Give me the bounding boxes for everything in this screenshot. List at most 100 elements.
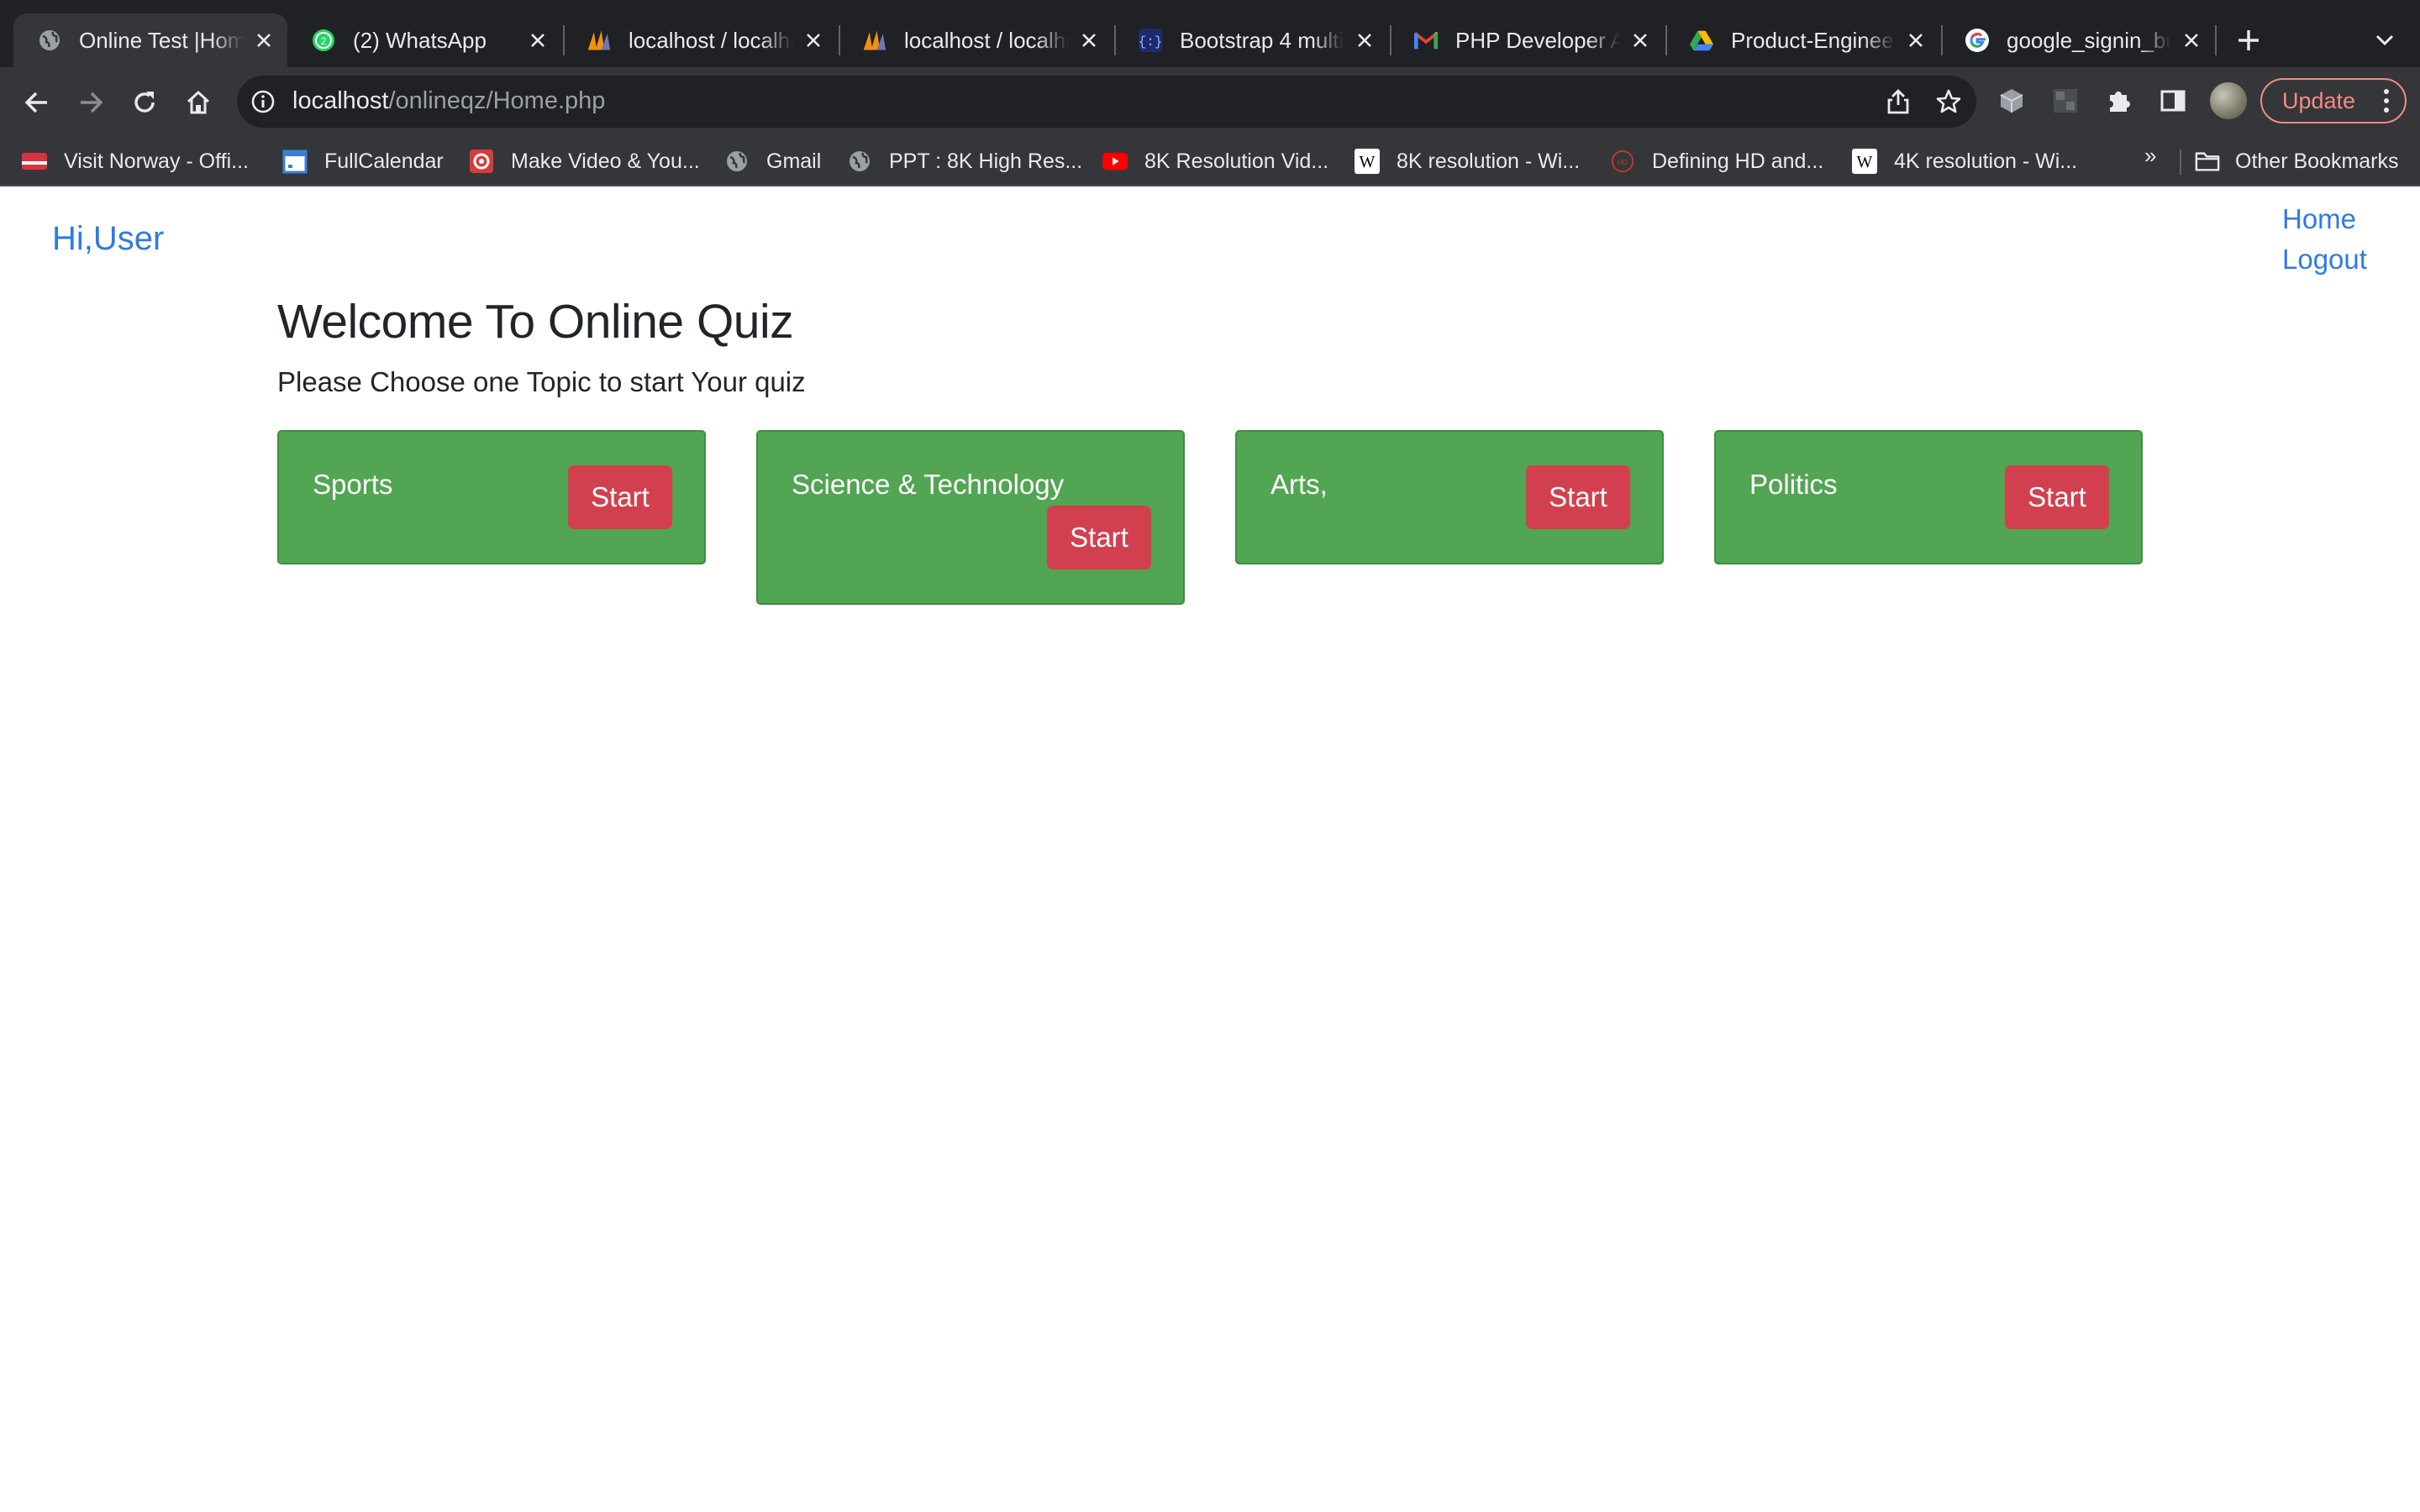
tab-search-button[interactable]: [2370, 25, 2400, 55]
nav-logout-link[interactable]: Logout: [2282, 244, 2367, 276]
google-icon: [1965, 28, 1990, 53]
start-button[interactable]: Start: [2005, 465, 2109, 529]
extension-cube-icon[interactable]: [1995, 84, 2028, 118]
video-maker-icon: [469, 149, 494, 174]
close-icon[interactable]: [524, 27, 551, 54]
tab-bootstrap[interactable]: {:} Bootstrap 4 multi: [1114, 13, 1388, 67]
other-bookmarks-label: Other Bookmarks: [2235, 149, 2399, 173]
nav-home-link[interactable]: Home: [2282, 203, 2356, 235]
bookmark-label: Visit Norway - Offi...: [64, 149, 249, 173]
extension-grid-icon[interactable]: [2049, 84, 2082, 118]
url-text: localhost/onlineqz/Home.php: [292, 87, 605, 115]
tab-title: localhost / localhost: [904, 27, 1069, 53]
svg-text:HD: HD: [1618, 158, 1628, 166]
bookmark-label: FullCalendar: [324, 149, 444, 173]
home-icon: [187, 90, 210, 114]
bookmark-item[interactable]: Make Video & You...: [469, 146, 700, 176]
phpmyadmin-icon: [587, 28, 612, 53]
bookmark-item[interactable]: HD Defining HD and...: [1610, 146, 1823, 176]
globe-icon: [724, 149, 750, 174]
bookmark-label: Gmail: [766, 149, 822, 173]
close-icon[interactable]: [250, 27, 277, 54]
arrow-right-icon: [81, 92, 103, 113]
hd-icon: HD: [1610, 149, 1635, 174]
bookmark-item[interactable]: W 8K resolution - Wi...: [1355, 146, 1580, 176]
close-icon[interactable]: [1351, 27, 1378, 54]
bootstrap-icon: {:}: [1138, 28, 1163, 53]
navbar-brand[interactable]: Hi,User: [52, 220, 164, 258]
puzzle-icon[interactable]: [2102, 84, 2136, 118]
start-button[interactable]: Start: [1047, 506, 1151, 570]
bookmark-label: Defining HD and...: [1652, 149, 1824, 173]
topic-card-science-technology: Science & Technology Start: [756, 430, 1185, 605]
home-button[interactable]: [178, 82, 218, 123]
start-button[interactable]: Start: [568, 465, 672, 529]
bookmark-item[interactable]: Gmail: [724, 146, 821, 176]
close-icon[interactable]: [800, 27, 827, 54]
bookmarks-separator: [2180, 150, 2181, 175]
topic-title: Arts,: [1270, 469, 1328, 500]
tab-gmail[interactable]: PHP Developer A: [1390, 13, 1664, 67]
new-tab-button[interactable]: [2232, 24, 2265, 57]
bookmark-item[interactable]: FullCalendar: [282, 146, 444, 176]
globe-icon: [847, 149, 872, 174]
more-vert-icon: [2384, 89, 2389, 113]
tab-title: localhost / localhost: [629, 27, 793, 53]
folder-icon: [2195, 149, 2220, 174]
whatsapp-icon: 2: [311, 28, 336, 53]
share-icon[interactable]: [1882, 86, 1914, 118]
tab-localhost-2[interactable]: localhost / localhost: [839, 13, 1113, 67]
svg-text:W: W: [1857, 153, 1873, 171]
tab-title: PHP Developer A: [1455, 27, 1620, 53]
tab-separator: [2215, 25, 2217, 55]
bookmark-label: 8K resolution - Wi...: [1397, 149, 1581, 173]
start-button[interactable]: Start: [1526, 465, 1630, 529]
topic-card-sports: Sports Start: [277, 430, 706, 564]
bookmark-item[interactable]: PPT : 8K High Res...: [847, 146, 1082, 176]
bookmark-item[interactable]: Visit Norway - Offi...: [22, 146, 249, 176]
bookmarks-overflow-button[interactable]: »: [2144, 143, 2156, 169]
wikipedia-icon: W: [1355, 149, 1380, 174]
page-subtitle: Please Choose one Topic to start Your qu…: [277, 366, 806, 397]
tab-whatsapp[interactable]: 2 (2) WhatsApp: [287, 13, 561, 67]
page-content: Hi,User Home Logout Welcome To Online Qu…: [0, 186, 2420, 1512]
back-button[interactable]: [17, 82, 57, 123]
tab-title: (2) WhatsApp: [353, 27, 487, 53]
side-panel-icon[interactable]: [2156, 84, 2190, 118]
phpmyadmin-icon: [862, 28, 887, 53]
address-bar[interactable]: localhost/onlineqz/Home.php: [237, 76, 1976, 128]
bookmark-item[interactable]: W 4K resolution - Wi...: [1852, 146, 2077, 176]
tab-title: Product-Engineer: [1731, 27, 1896, 53]
tab-online-test[interactable]: Online Test |Home: [13, 13, 287, 67]
bookmark-label: 8K Resolution Vid...: [1144, 149, 1329, 173]
close-icon[interactable]: [1076, 27, 1102, 54]
bookmark-item[interactable]: 8K Resolution Vid...: [1102, 146, 1328, 176]
close-icon[interactable]: [1902, 27, 1929, 54]
bookmark-label: Make Video & You...: [511, 149, 700, 173]
chevron-down-icon: [2375, 34, 2394, 46]
reload-button[interactable]: [124, 82, 165, 123]
tab-title: google_signin_bu: [2007, 27, 2171, 53]
arrow-left-icon: [24, 92, 47, 113]
tab-google-signin[interactable]: google_signin_bu: [1941, 13, 2215, 67]
tab-google-drive[interactable]: Product-Engineer: [1665, 13, 1939, 67]
page-title: Welcome To Online Quiz: [277, 295, 794, 349]
norway-flag-icon: [22, 149, 47, 174]
gmail-icon: [1413, 28, 1439, 53]
close-icon[interactable]: [2178, 27, 2205, 54]
tab-strip: Online Test |Home 2 (2) WhatsApp localho…: [0, 0, 2420, 67]
svg-text:W: W: [1360, 153, 1376, 171]
topic-card-politics: Politics Start: [1714, 430, 2143, 564]
other-bookmarks[interactable]: Other Bookmarks: [2195, 146, 2399, 176]
topic-title: Science & Technology: [792, 469, 1065, 500]
tab-localhost-1[interactable]: localhost / localhost: [563, 13, 837, 67]
profile-avatar[interactable]: [2210, 82, 2247, 119]
tab-title: Online Test |Home: [79, 27, 244, 53]
wikipedia-icon: W: [1852, 149, 1877, 174]
update-button[interactable]: Update: [2260, 78, 2407, 123]
info-icon[interactable]: [249, 87, 277, 116]
close-icon[interactable]: [1627, 27, 1654, 54]
bookmark-star-icon[interactable]: [1933, 86, 1965, 118]
reload-icon: [134, 92, 155, 113]
forward-button[interactable]: [71, 82, 111, 123]
